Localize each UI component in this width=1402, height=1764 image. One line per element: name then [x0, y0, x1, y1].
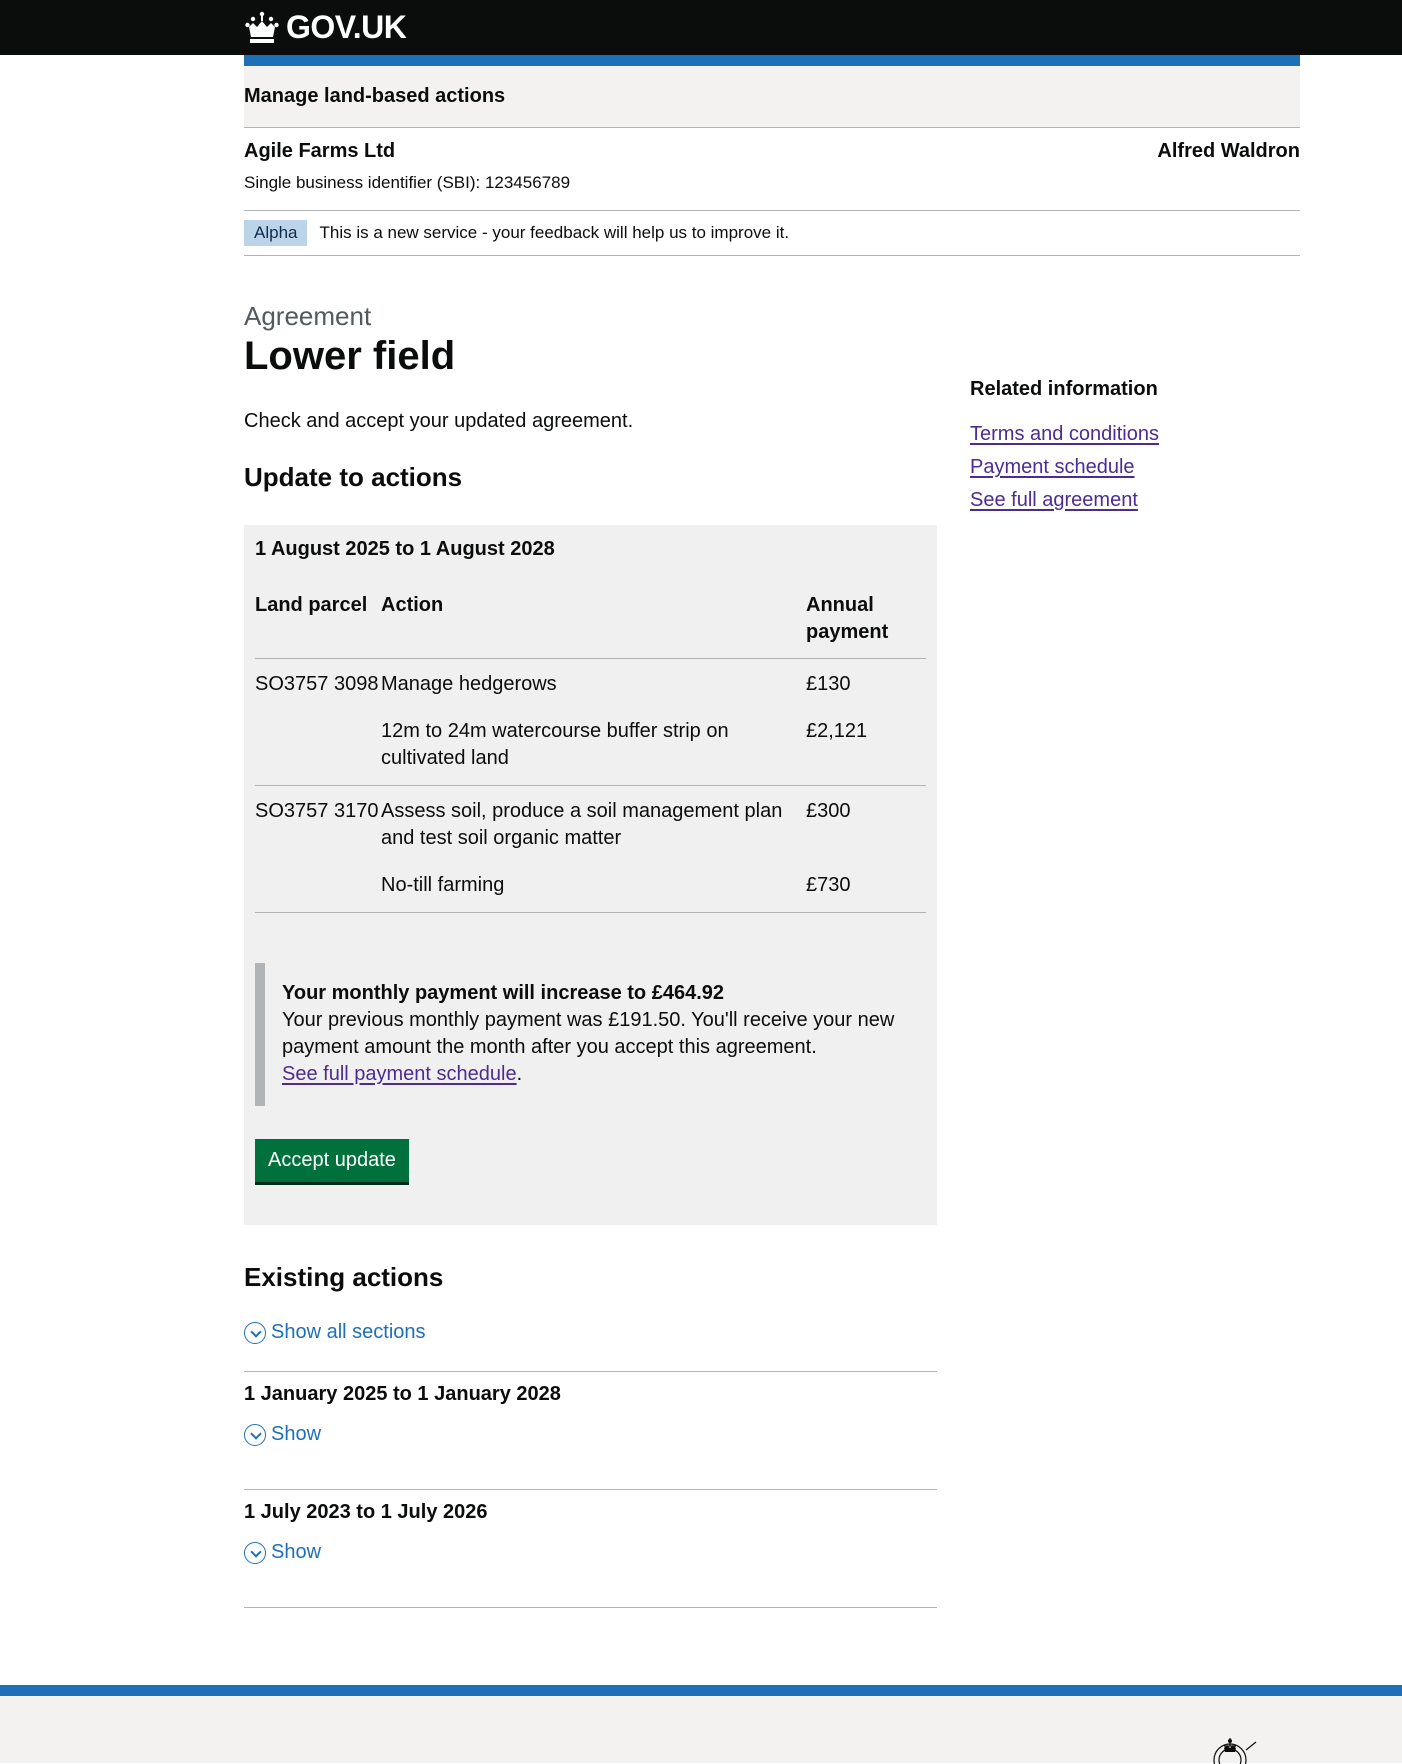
accordion-divider: [244, 1371, 937, 1372]
chevron-down-circle-icon: [244, 1541, 266, 1564]
show-all-sections-label: Show all sections: [271, 1321, 426, 1343]
show-all-sections-button[interactable]: Show all sections: [244, 1321, 426, 1344]
column-header-annual-payment: Annual payment: [806, 592, 926, 659]
accordion-section-title: 1 July 2023 to 1 July 2026: [244, 1501, 488, 1523]
update-period: 1 August 2025 to 1 August 2028: [255, 538, 555, 560]
service-navigation: Manage land-based actions: [244, 66, 1300, 128]
govuk-logo-text: GOV.UK: [286, 9, 407, 45]
related-information: Related information Terms and conditions…: [970, 378, 1270, 521]
existing-actions-heading: Existing actions: [244, 1262, 444, 1292]
royal-crest-icon: [1213, 1738, 1257, 1764]
govuk-logo-link[interactable]: GOV.UK: [244, 0, 407, 55]
accordion-section-show-button[interactable]: Show: [244, 1423, 321, 1446]
column-header-action: Action: [381, 592, 806, 659]
column-header-land-parcel: Land parcel: [255, 592, 381, 659]
govuk-header: GOV.UK: [0, 0, 1402, 55]
land-parcel-cell: SO3757 3170: [255, 800, 379, 822]
table-row: SO3757 3170 Assess soil, produce a soil …: [255, 786, 926, 863]
chevron-down-circle-icon: [244, 1321, 266, 1344]
payment-inset-link-suffix: .: [516, 1063, 523, 1085]
organisation-sbi: Single business identifier (SBI): 123456…: [244, 173, 571, 192]
accept-update-button[interactable]: Accept update: [255, 1139, 409, 1182]
payment-cell: £730: [806, 862, 926, 913]
table-row: 12m to 24m watercourse buffer strip on c…: [255, 708, 926, 786]
update-panel: 1 August 2025 to 1 August 2028 Land parc…: [244, 525, 937, 1225]
page-caption: Agreement: [244, 301, 372, 331]
table-row: SO3757 3098 Manage hedgerows £130: [255, 659, 926, 709]
crown-icon: [245, 11, 279, 43]
payment-cell: £130: [806, 673, 851, 695]
action-cell: Manage hedgerows: [381, 673, 557, 695]
update-actions-table: Land parcel Action Annual payment SO3757…: [255, 592, 926, 913]
update-heading: Update to actions: [244, 462, 463, 492]
page-title: Lower field: [244, 334, 456, 378]
phase-banner: Alpha This is a new service - your feedb…: [244, 211, 1300, 256]
land-parcel-cell: [255, 862, 381, 913]
see-full-agreement-link[interactable]: See full agreement: [970, 488, 1270, 513]
accordion-section-show-button[interactable]: Show: [244, 1541, 321, 1564]
action-cell: No-till farming: [381, 862, 806, 913]
phase-banner-text: This is a new service - your feedback wi…: [319, 223, 790, 242]
accordion-divider: [244, 1489, 937, 1490]
land-parcel-cell: SO3757 3098: [255, 673, 379, 695]
payment-cell: £2,121: [806, 708, 926, 786]
govuk-footer: [0, 1685, 1402, 1764]
accordion-show-label: Show: [271, 1541, 322, 1563]
related-information-title: Related information: [970, 378, 1158, 400]
see-full-payment-schedule-link[interactable]: See full payment schedule: [282, 1063, 517, 1085]
action-cell: Assess soil, produce a soil management p…: [381, 800, 783, 849]
accordion-section-title: 1 January 2025 to 1 January 2028: [244, 1383, 561, 1405]
organisation-bar: Agile Farms Ltd Single business identifi…: [244, 128, 1300, 211]
payment-inset-body: Your previous monthly payment was £191.5…: [282, 1009, 895, 1058]
header-blue-stripe: [244, 55, 1300, 66]
table-row: No-till farming £730: [255, 862, 926, 913]
phase-tag: Alpha: [244, 220, 308, 246]
page-intro: Check and accept your updated agreement.: [244, 410, 634, 432]
table-header-row: Land parcel Action Annual payment: [255, 592, 926, 659]
payment-inset-title: Your monthly payment will increase to £4…: [282, 982, 725, 1004]
payment-cell: £300: [806, 800, 851, 822]
terms-and-conditions-link[interactable]: Terms and conditions: [970, 422, 1270, 447]
payment-schedule-link[interactable]: Payment schedule: [970, 455, 1270, 480]
accordion-show-label: Show: [271, 1423, 322, 1445]
service-name-link[interactable]: Manage land-based actions: [244, 85, 505, 108]
accordion-divider: [244, 1607, 937, 1608]
chevron-down-circle-icon: [244, 1423, 266, 1446]
user-name: Alfred Waldron: [1157, 140, 1300, 162]
payment-inset-text: Your monthly payment will increase to £4…: [255, 963, 915, 1106]
payment-inset-link-line: See full payment schedule.: [282, 1061, 915, 1088]
organisation-name: Agile Farms Ltd: [244, 140, 396, 162]
land-parcel-cell: [255, 708, 381, 786]
action-cell: 12m to 24m watercourse buffer strip on c…: [381, 708, 806, 786]
